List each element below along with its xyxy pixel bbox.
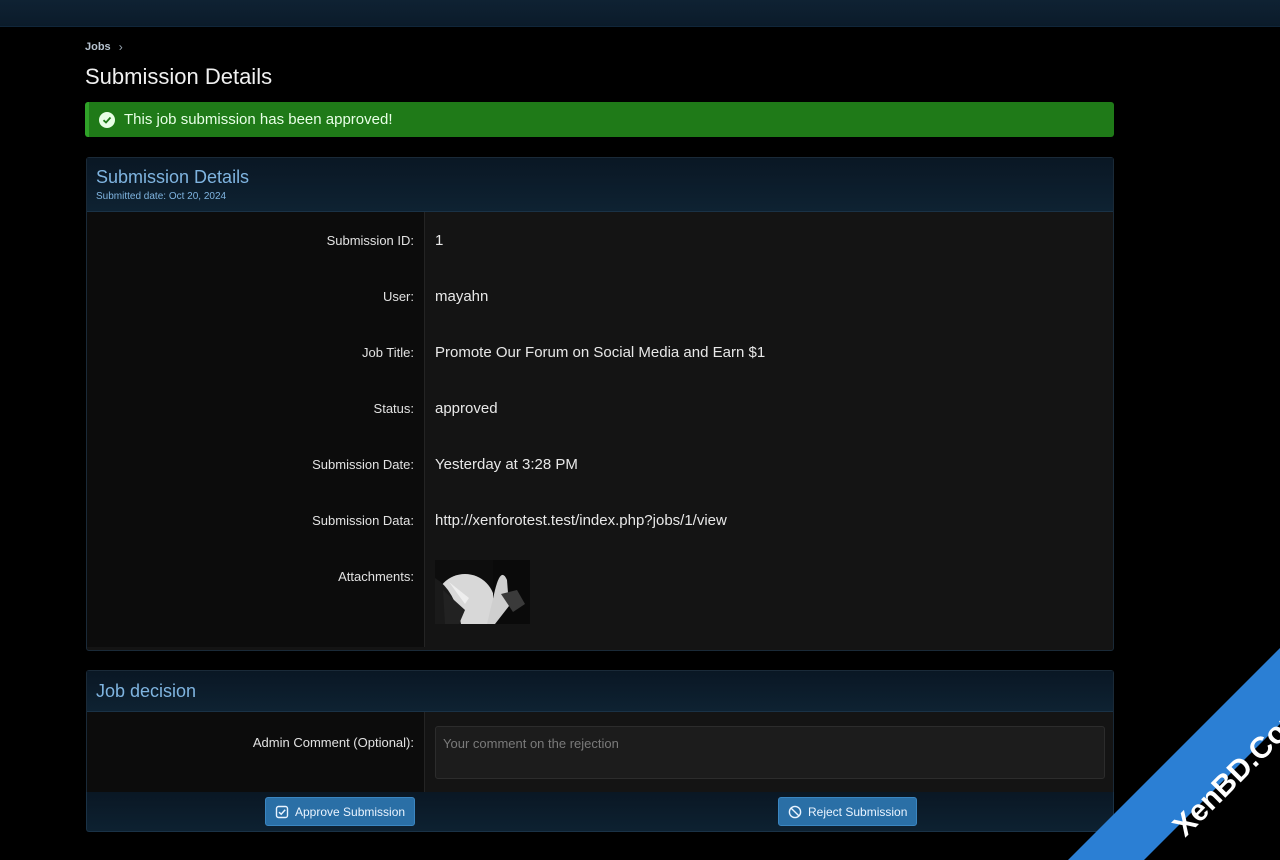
admin-comment-cell: Your comment on the rejection (425, 712, 1113, 794)
watermark-text: XenBD.Com (1167, 697, 1280, 843)
detail-row-submission-date: Submission Date: Yesterday at 3:28 PM (87, 436, 1113, 492)
detail-row-attachments: Attachments: (87, 548, 1113, 647)
detail-value: 1 (435, 232, 444, 249)
detail-value: Yesterday at 3:28 PM (435, 456, 578, 473)
detail-label: Submission Date: (87, 436, 425, 492)
detail-row-status: Status: approved (87, 380, 1113, 436)
reject-button-label: Reject Submission (808, 804, 908, 819)
approve-button-label: Approve Submission (295, 804, 406, 819)
detail-row-job-title: Job Title: Promote Our Forum on Social M… (87, 324, 1113, 380)
details-list: Submission ID: 1 User: mayahn Job Title:… (87, 212, 1113, 647)
alert-message: This job submission has been approved! (124, 111, 393, 128)
detail-row-submission-id: Submission ID: 1 (87, 212, 1113, 268)
attachments-cell (425, 548, 1113, 647)
attachment-thumbnail[interactable] (435, 560, 530, 624)
ban-icon (788, 805, 802, 818)
detail-label: Job Title: (87, 324, 425, 380)
admin-comment-label: Admin Comment (Optional): (87, 712, 425, 794)
reject-submission-button[interactable]: Reject Submission (778, 797, 918, 826)
detail-label: Attachments: (87, 548, 425, 647)
submitted-date: Submitted date: Oct 20, 2024 (96, 191, 227, 202)
job-decision-block: Job decision Admin Comment (Optional): Y… (86, 670, 1114, 794)
detail-value: Promote Our Forum on Social Media and Ea… (435, 344, 766, 361)
detail-label: Submission ID: (87, 212, 425, 268)
detail-label: Status: (87, 380, 425, 436)
top-navigation-bar (0, 0, 1280, 27)
block-title: Job decision (96, 681, 197, 701)
submission-details-header: Submission Details Submitted date: Oct 2… (87, 158, 1113, 212)
admin-comment-row: Admin Comment (Optional): Your comment o… (87, 712, 1113, 794)
breadcrumb-separator: › (118, 40, 123, 54)
page-title: Submission Details (85, 64, 273, 89)
detail-value: http://xenforotest.test/index.php?jobs/1… (435, 512, 727, 529)
check-circle-icon (99, 111, 115, 128)
detail-value: mayahn (435, 288, 489, 305)
breadcrumb: Jobs › (85, 40, 123, 54)
detail-row-user: User: mayahn (87, 268, 1113, 324)
form-submit-row: Approve Submission Reject Submission (86, 792, 1114, 832)
detail-value: approved (435, 400, 498, 417)
block-title: Submission Details (96, 167, 250, 187)
detail-label: Submission Data: (87, 492, 425, 548)
approve-submission-button[interactable]: Approve Submission (265, 797, 416, 826)
detail-label: User: (87, 268, 425, 324)
success-alert: This job submission has been approved! (85, 102, 1114, 137)
job-decision-header: Job decision (87, 671, 1113, 712)
detail-row-submission-data: Submission Data: http://xenforotest.test… (87, 492, 1113, 548)
check-square-icon (275, 805, 289, 818)
admin-comment-textarea[interactable]: Your comment on the rejection (435, 726, 1105, 779)
submission-details-block: Submission Details Submitted date: Oct 2… (86, 157, 1114, 651)
breadcrumb-item-jobs[interactable]: Jobs (85, 41, 111, 53)
